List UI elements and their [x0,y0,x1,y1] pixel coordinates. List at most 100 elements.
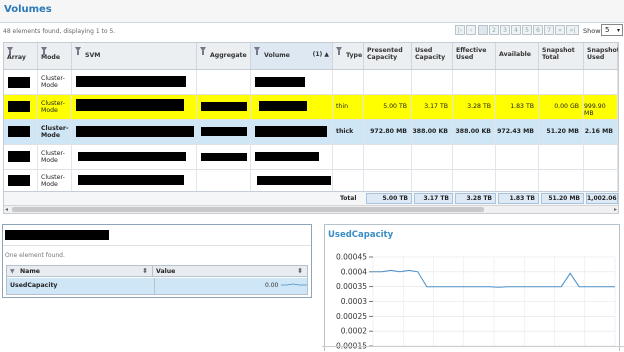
redacted-volume [255,126,327,137]
column-label: Snapshot Used [587,47,619,61]
column-header-mode[interactable]: Mode [38,43,72,69]
column-label: Name [20,268,40,275]
detail-table: ▼ Name ⬍ Value ⬍ UsedCapacity 0.00 [6,265,308,295]
column-header-svm[interactable]: SVM [72,43,197,69]
column-label: Available [499,51,531,58]
volumes-title: Volumes [4,4,52,15]
page-button[interactable]: 7 [544,25,554,35]
filter-icon[interactable] [41,47,47,55]
table-row[interactable]: Cluster-Mode [4,169,618,193]
column-label: Value [156,268,176,275]
available-cell: 1.83 TB [510,103,534,110]
page-size-value: 5 [605,26,610,34]
volumes-table: Array Mode SVM Aggregate Volume (1) ▲ Ty… [3,42,619,214]
column-label: SVM [85,52,101,59]
next-page-button[interactable]: » [555,25,565,35]
presented-capacity-cell: 5.00 TB [383,103,407,110]
column-header-used-capacity[interactable]: Used Capacity [412,43,453,69]
type-cell: thick [336,128,354,135]
horizontal-scrollbar[interactable]: ◂ ▸ [4,205,618,213]
redacted-svm [76,126,194,137]
effective-used-cell: 3.28 TB [467,103,491,110]
page-size-select[interactable]: 5 ▾ [601,24,623,36]
total-available: 1.83 TB [498,193,539,204]
scroll-left-icon[interactable]: ◂ [5,206,8,213]
mode-cell: Cluster-Mode [41,174,65,188]
volumes-header [0,0,624,23]
scroll-right-icon[interactable]: ▸ [614,206,617,213]
filter-icon[interactable] [336,47,342,55]
redacted-array [8,101,30,112]
sort-icon: ⬍ [142,267,148,275]
snapshot-total-cell: 0.00 GB [554,103,579,110]
first-page-button[interactable]: |‹ [455,25,465,35]
y-tick-label: 0.0002 [341,327,367,336]
total-used: 3.17 TB [414,193,453,204]
used-capacity-cell: 388.00 KB [412,128,448,135]
y-tick-label: 0.00035 [336,282,367,291]
column-header-presented-capacity[interactable]: Presented Capacity [364,43,412,69]
detail-panel: One element found. ▼ Name ⬍ Value ⬍ Used… [2,224,312,298]
prev-page-button[interactable]: ‹ [466,25,476,35]
filter-icon[interactable] [200,47,206,55]
column-header-volume[interactable]: Volume (1) ▲ [251,43,333,69]
page-button[interactable]: 3 [500,25,510,35]
column-header-effective-used[interactable]: Effective Used [453,43,496,69]
used-capacity-cell: 3.17 TB [424,103,448,110]
available-cell: 972.43 MB [497,128,534,135]
column-header-value[interactable]: Value ⬍ [153,266,307,277]
redacted-svm [76,99,184,111]
y-tick-label: 0.0003 [341,297,367,306]
last-page-button[interactable]: »| [566,25,579,35]
column-header-available[interactable]: Available [496,43,539,69]
type-cell: thin [336,103,348,110]
sort-ascending-icon: (1) ▲ [312,51,329,58]
table-header-row: Array Mode SVM Aggregate Volume (1) ▲ Ty… [4,43,618,70]
table-row[interactable]: Cluster-Mode [4,145,618,170]
filter-icon[interactable] [7,47,13,55]
page-1-button[interactable] [478,25,488,35]
redacted-array [8,77,30,88]
column-header-type[interactable]: Type [333,43,364,69]
scrollbar-thumb[interactable] [12,207,484,212]
page-button[interactable]: 5 [522,25,532,35]
page-button[interactable]: 2 [489,25,499,35]
volumes-found-text: 48 elements found, displaying 1 to 5. [3,28,116,35]
column-header-snapshot-total[interactable]: Snapshot Total [539,43,584,69]
detail-found-text: One element found. [5,252,65,259]
column-label: Type [346,52,363,59]
page-button[interactable]: 6 [533,25,543,35]
snapshot-used-cell: 2.16 MB [584,128,613,135]
snapshot-used-cell: 999.90 MB [584,103,606,117]
table-row[interactable]: Cluster-Mode thick 972.80 MB 388.00 KB 3… [4,120,618,145]
redacted-aggregate [201,127,247,136]
redacted-array [8,175,30,186]
table-row[interactable]: UsedCapacity 0.00 [7,278,307,294]
page-button[interactable]: 4 [511,25,521,35]
effective-used-cell: 388.00 KB [455,128,491,135]
sort-icon: ⬍ [297,267,303,275]
chart-title: UsedCapacity [328,230,394,240]
column-label: Snapshot Total [542,47,575,61]
table-row[interactable]: Cluster-Mode thin 5.00 TB 3.17 TB 3.28 T… [4,95,618,120]
total-presented: 5.00 TB [366,193,412,204]
filter-icon[interactable]: ▼ [10,266,15,277]
table-row[interactable]: Cluster-Mode [4,70,618,95]
column-label: Used Capacity [415,47,446,61]
filter-icon[interactable] [75,47,81,55]
y-tick-label: 0.0004 [341,267,367,276]
redacted-svm [78,152,186,161]
column-header-snapshot-used[interactable]: Snapshot Used [584,43,618,69]
column-label: Aggregate [210,52,247,59]
detail-value-cell: 0.00 [265,282,279,289]
column-header-array[interactable]: Array [4,43,38,69]
column-header-aggregate[interactable]: Aggregate [197,43,251,69]
total-snapshot-total: 51.20 MB [541,193,584,204]
total-effective: 3.28 TB [455,193,496,204]
redacted-panel-title [5,230,109,240]
column-header-name[interactable]: ▼ Name ⬍ [7,266,153,277]
redacted-array [8,126,30,137]
filter-icon[interactable] [254,47,260,55]
column-label: Effective Used [456,47,487,61]
mode-cell: Cluster-Mode [41,125,69,139]
